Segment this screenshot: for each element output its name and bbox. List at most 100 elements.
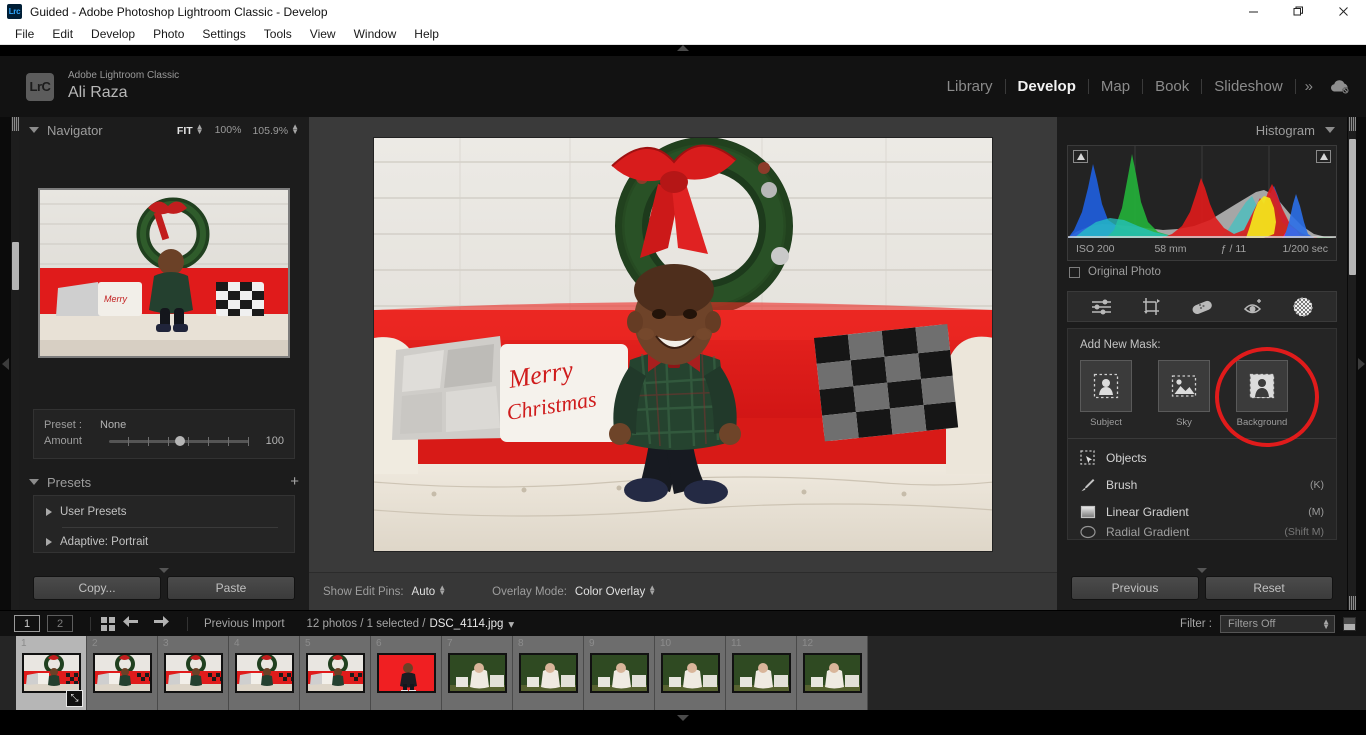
mask-tool-radial-gradient[interactable]: Radial Gradient (Shift M) [1080,525,1324,539]
preset-group-user-presets[interactable]: User Presets [34,502,294,522]
filmstrip-thumb-1[interactable]: 1 ⤡ [16,636,87,710]
iso-value[interactable]: ISO 200 [1076,243,1139,255]
identity-plate[interactable]: Adobe Lightroom Classic Ali Raza [68,70,179,103]
sky-mask-icon[interactable] [1158,360,1210,412]
source-label[interactable]: Previous Import [204,618,285,630]
preset-group-adaptive-portrait[interactable]: Adaptive: Portrait [34,532,294,552]
filmstrip-thumb-8[interactable]: 8 [513,636,584,710]
forward-arrow-icon[interactable] [146,615,177,632]
menu-file[interactable]: File [6,23,43,45]
filmstrip-thumb-2[interactable]: 2 [87,636,158,710]
mask-choice-sky[interactable]: Sky [1158,360,1210,428]
amount-slider[interactable] [109,436,249,446]
right-panel-scrollbar[interactable] [1347,117,1356,610]
aperture-value[interactable]: ƒ / 11 [1202,243,1265,255]
more-modules-icon[interactable]: » [1296,78,1322,95]
grid-view-icon[interactable] [101,616,115,631]
back-arrow-icon[interactable] [115,615,146,632]
mask-tool-objects[interactable]: Objects [1080,444,1324,471]
navigator-preview[interactable]: Merry [38,188,290,358]
left-panel-scrollbar[interactable] [10,117,19,610]
current-filename[interactable]: DSC_4114.jpg [429,618,503,630]
module-book[interactable]: Book [1143,78,1201,95]
menu-develop[interactable]: Develop [82,23,144,45]
photo-canvas[interactable]: Merry Christmas [309,117,1057,572]
navigator-header[interactable]: Navigator FIT ▲ ▼ 100% 105.9% ▲ ▼ [19,117,309,143]
right-panel-toggle[interactable] [1356,117,1366,610]
presets-header[interactable]: Presets + [19,471,309,493]
filmstrip-thumb-11[interactable]: 11 [726,636,797,710]
filename-dropdown-icon[interactable]: ▾ [508,617,514,631]
basic-adjustments-icon[interactable] [1091,298,1112,315]
red-eye-icon[interactable] [1243,298,1263,315]
overlay-mode-dropdown[interactable]: Color Overlay ▲ ▼ [575,584,656,599]
shutter-speed-value[interactable]: 1/200 sec [1265,243,1328,255]
main-photo[interactable]: Merry Christmas [373,137,993,552]
module-library[interactable]: Library [935,78,1005,95]
zoom-100-button[interactable]: 100% [215,124,242,136]
amount-value[interactable]: 100 [258,435,284,447]
menu-window[interactable]: Window [345,23,406,45]
maximize-button[interactable] [1276,0,1321,23]
previous-button[interactable]: Previous [1071,576,1199,600]
preset-value[interactable]: None [100,419,126,431]
mask-choice-background[interactable]: Background [1236,360,1288,428]
filmstrip-thumb-10[interactable]: 10 [655,636,726,710]
filmstrip-thumb-6[interactable]: 6 [371,636,442,710]
module-develop[interactable]: Develop [1006,78,1088,95]
cloud-off-icon[interactable] [1329,79,1350,94]
subject-mask-icon[interactable] [1080,360,1132,412]
menu-photo[interactable]: Photo [144,23,193,45]
healing-brush-icon[interactable] [1191,299,1213,315]
zoom-fit-button[interactable]: FIT ▲ ▼ [177,122,204,137]
menu-edit[interactable]: Edit [43,23,82,45]
minimize-button[interactable] [1231,0,1276,23]
scrollbar-thumb[interactable] [12,242,19,290]
highlight-clipping-indicator[interactable] [1316,150,1331,163]
filmstrip-thumb-3[interactable]: 3 [158,636,229,710]
filmstrip-collapse-toggle[interactable] [0,710,1366,725]
amount-slider-knob[interactable] [174,436,185,446]
show-edit-pins-dropdown[interactable]: Auto ▲ ▼ [412,584,447,599]
original-photo-checkbox[interactable] [1069,266,1080,278]
module-map[interactable]: Map [1089,78,1142,95]
left-panel-collapse-toggle[interactable] [19,564,309,576]
mask-tool-brush[interactable]: Brush (K) [1080,471,1324,498]
left-panel-toggle[interactable] [0,117,10,610]
close-button[interactable] [1321,0,1366,23]
mask-tool-linear-gradient[interactable]: Linear Gradient (M) [1080,498,1324,525]
copy-button[interactable]: Copy... [33,576,161,600]
add-preset-button[interactable]: + [290,474,299,489]
screen-two-button[interactable]: 2 [47,615,73,632]
zoom-custom-button[interactable]: 105.9% ▲ ▼ [252,122,299,137]
filmstrip-thumb-4[interactable]: 4 [229,636,300,710]
menu-view[interactable]: View [301,23,345,45]
edit-badge-icon[interactable]: ⤡ [66,690,83,707]
filter-dropdown[interactable]: Filters Off ▲ ▼ [1220,614,1335,633]
chevron-left-icon [1,357,9,370]
masking-icon[interactable] [1293,297,1313,317]
filmstrip-thumb-12[interactable]: 12 [797,636,868,710]
module-slideshow[interactable]: Slideshow [1202,78,1294,95]
menu-settings[interactable]: Settings [193,23,254,45]
histogram-header[interactable]: Histogram [1057,117,1347,143]
shadow-clipping-indicator[interactable] [1073,150,1088,163]
crop-icon[interactable] [1142,297,1161,316]
original-photo-row[interactable]: Original Photo [1057,261,1347,283]
filmstrip-thumb-5[interactable]: 5 [300,636,371,710]
histogram-graph[interactable] [1068,146,1336,238]
mask-choice-subject[interactable]: Subject [1080,360,1132,428]
scrollbar-thumb[interactable] [1349,139,1356,275]
filter-toggle-icon[interactable] [1343,616,1356,631]
screen-one-button[interactable]: 1 [14,615,40,632]
focal-length-value[interactable]: 58 mm [1139,243,1202,255]
menu-tools[interactable]: Tools [255,23,301,45]
background-mask-icon[interactable] [1236,360,1288,412]
filmstrip-thumb-9[interactable]: 9 [584,636,655,710]
top-panel-toggle[interactable] [0,45,1366,56]
filmstrip-thumb-7[interactable]: 7 [442,636,513,710]
paste-button[interactable]: Paste [167,576,295,600]
reset-button[interactable]: Reset [1205,576,1333,600]
menu-help[interactable]: Help [405,23,448,45]
right-panel-collapse-toggle[interactable] [1057,564,1347,576]
